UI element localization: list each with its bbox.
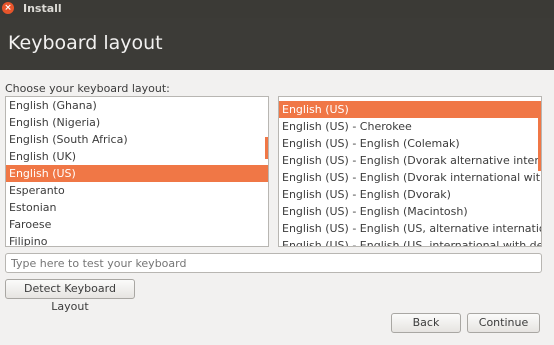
close-icon[interactable]: × <box>2 2 14 14</box>
layout-list-item[interactable]: English (US) <box>6 165 268 182</box>
layout-list-item[interactable]: English (South Africa) <box>6 131 268 148</box>
layout-list[interactable]: English (Ghana) English (Nigeria) English … <box>5 96 269 247</box>
window-title: Install <box>23 2 62 15</box>
variant-list-item[interactable]: English (US) <box>279 101 541 118</box>
variant-list-rows: English (US) English (US) - Cherokee Engli… <box>279 101 541 246</box>
variant-list-item[interactable]: English (US) - English (Colemak) <box>279 135 541 152</box>
variant-list-item[interactable]: English (US) - English (US, alternative … <box>279 220 541 237</box>
keyboard-test-input[interactable] <box>5 253 542 273</box>
layout-list-item[interactable]: English (Ghana) <box>6 97 268 114</box>
variant-list-item[interactable]: English (US) - Cherokee <box>279 118 541 135</box>
variant-list[interactable]: English (US) English (US) - Cherokee Engli… <box>278 96 542 247</box>
variant-list-item[interactable]: English (US) - English (Dvorak alternati… <box>279 152 541 169</box>
variant-list-item[interactable]: English (US) - English (Macintosh) <box>279 203 541 220</box>
layout-list-item[interactable]: Estonian <box>6 199 268 216</box>
layout-list-item[interactable]: English (UK) <box>6 148 268 165</box>
back-button[interactable]: Back <box>391 313 461 333</box>
layout-list-rows: English (Ghana) English (Nigeria) English … <box>6 97 268 246</box>
page-header: Keyboard layout <box>0 18 554 70</box>
layout-list-item[interactable]: Faroese <box>6 216 268 233</box>
variant-list-item[interactable]: English (US) - English (Dvorak) <box>279 186 541 203</box>
detect-keyboard-layout-button[interactable]: Detect Keyboard Layout <box>5 279 135 313</box>
variant-list-item[interactable]: English (US) - English (Dvorak internati… <box>279 169 541 186</box>
layout-list-item[interactable]: Esperanto <box>6 182 268 199</box>
variant-list-item[interactable]: English (US) - English (US, internationa… <box>279 237 541 246</box>
title-bar: × Install <box>0 0 554 18</box>
layout-list-item[interactable]: Filipino <box>6 233 268 246</box>
layout-list-scrollbar[interactable] <box>265 137 268 159</box>
layout-list-item[interactable]: English (Nigeria) <box>6 114 268 131</box>
variant-list-scrollbar[interactable] <box>538 101 541 171</box>
page-title: Keyboard layout <box>8 32 163 54</box>
continue-button[interactable]: Continue <box>467 313 540 333</box>
layout-prompt-label: Choose your keyboard layout: <box>5 82 170 95</box>
